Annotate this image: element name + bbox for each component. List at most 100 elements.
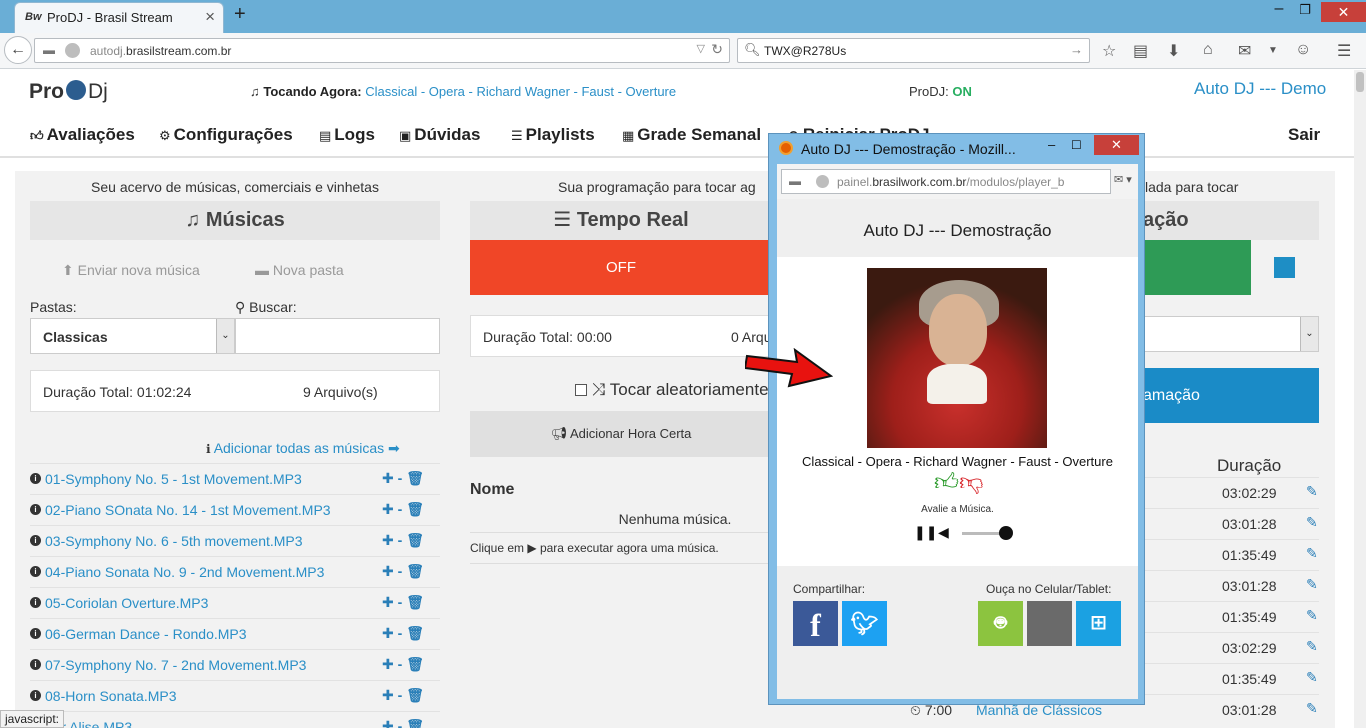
song-name[interactable]: 07-Symphony No. 7 - 2nd Movement.MP3 xyxy=(45,657,306,673)
popup-url-bar[interactable]: ▬ painel.brasilwork.com.br/modulos/playe… xyxy=(781,169,1111,194)
info-icon[interactable]: i xyxy=(30,597,41,608)
volume-slider-handle[interactable] xyxy=(999,526,1013,540)
home-icon[interactable]: ⌂ xyxy=(1203,41,1213,59)
addon-dropdown-icon[interactable]: ▼ xyxy=(1268,45,1278,56)
folder-select[interactable]: Classicas ⌄ xyxy=(30,318,235,354)
add-song-icon[interactable]: ✚ xyxy=(382,718,394,728)
trash-icon[interactable]: 🗑︎ xyxy=(406,594,424,610)
info-icon[interactable]: i xyxy=(30,473,41,484)
apple-icon[interactable] xyxy=(1027,601,1072,646)
schedule-select[interactable]: ⌄ xyxy=(1143,316,1319,352)
search-input[interactable]: TWX@R278Us xyxy=(764,44,846,58)
trash-icon[interactable]: 🗑︎ xyxy=(406,687,424,703)
search-bar[interactable]: 🔍︎ TWX@R278Us → xyxy=(737,38,1090,63)
nav-avaliacoes[interactable]: 👍︎ Avaliações xyxy=(30,125,135,145)
page-info-icon[interactable]: ▬ xyxy=(789,174,801,188)
realtime-off-toggle[interactable]: OFF xyxy=(470,240,772,295)
nav-sair[interactable]: Sair xyxy=(1288,125,1320,145)
add-song-icon[interactable]: ✚ xyxy=(382,656,394,672)
add-song-icon[interactable]: ✚ xyxy=(382,687,394,703)
music-search-input[interactable] xyxy=(235,318,440,354)
back-button[interactable]: ← xyxy=(4,36,32,64)
program-button[interactable]: amação xyxy=(1143,368,1319,423)
thumbs-down-icon[interactable]: 👎︎ xyxy=(959,469,983,496)
pencil-icon[interactable]: ✎ xyxy=(1306,638,1318,655)
song-name[interactable]: 02-Piano SOnata No. 14 - 1st Movement.MP… xyxy=(45,502,331,518)
thumbs-up-icon[interactable]: 👍︎ xyxy=(934,469,959,496)
song-name[interactable]: 03-Symphony No. 6 - 5th movement.MP3 xyxy=(45,533,303,549)
pencil-icon[interactable]: ✎ xyxy=(1306,576,1318,593)
pencil-icon[interactable]: ✎ xyxy=(1306,545,1318,562)
trash-icon[interactable]: 🗑︎ xyxy=(406,532,424,548)
song-name[interactable]: 01-Symphony No. 5 - 1st Movement.MP3 xyxy=(45,471,302,487)
info-icon[interactable]: i xyxy=(30,690,41,701)
stop-icon[interactable] xyxy=(1274,257,1295,278)
volume-icon[interactable]: ◀ xyxy=(938,524,949,541)
info-icon[interactable]: i xyxy=(30,504,41,515)
window-maximize-button[interactable]: ❐ xyxy=(1290,2,1320,22)
nav-grade-semanal[interactable]: ▦ Grade Semanal xyxy=(622,125,761,145)
bookmark-star-icon[interactable]: ☆ xyxy=(1102,41,1116,61)
add-time-button[interactable]: 📢︎ Adicionar Hora Certa xyxy=(470,411,772,457)
pencil-icon[interactable]: ✎ xyxy=(1306,669,1318,686)
info-icon[interactable]: i xyxy=(30,659,41,670)
info-icon[interactable]: i xyxy=(30,535,41,546)
pause-icon[interactable]: ❚❚ xyxy=(914,524,937,541)
pencil-icon[interactable]: ✎ xyxy=(1306,483,1318,500)
add-song-icon[interactable]: ✚ xyxy=(382,563,394,579)
shuffle-checkbox[interactable]: ⤨ Tocar aleatoriamente xyxy=(575,380,769,400)
nav-logs[interactable]: ▤ Logs xyxy=(319,125,375,145)
checkbox-icon[interactable] xyxy=(575,384,587,396)
trash-icon[interactable]: 🗑︎ xyxy=(406,563,424,579)
downloads-icon[interactable]: ⬇ xyxy=(1167,41,1180,61)
add-song-icon[interactable]: ✚ xyxy=(382,594,394,610)
menu-icon[interactable]: ☰ xyxy=(1337,41,1351,61)
trash-icon[interactable]: 🗑︎ xyxy=(406,625,424,641)
nav-duvidas[interactable]: ▣ Dúvidas xyxy=(399,125,480,145)
add-song-icon[interactable]: ✚ xyxy=(382,470,394,486)
new-tab-button[interactable]: + xyxy=(234,3,246,26)
tab-close-icon[interactable]: × xyxy=(205,7,215,27)
page-info-icon[interactable]: ▬ xyxy=(43,43,55,57)
schedule-status-bar[interactable] xyxy=(1143,240,1251,295)
add-all-songs-link[interactable]: ℹ Adicionar todas as músicas ➡ xyxy=(206,440,400,457)
popup-close-button[interactable]: ✕ xyxy=(1094,135,1139,155)
new-folder-button[interactable]: ▬ Nova pasta xyxy=(255,262,344,278)
nav-configuracoes[interactable]: ⚙ Configurações xyxy=(159,125,293,145)
nav-playlists[interactable]: ☰ Playlists xyxy=(511,125,595,145)
pencil-icon[interactable]: ✎ xyxy=(1306,700,1318,717)
url-dropdown-icon[interactable]: ▽ xyxy=(697,42,705,55)
addon-icon[interactable]: ✉ xyxy=(1238,41,1251,61)
trash-icon[interactable]: 🗑︎ xyxy=(406,470,424,486)
profile-icon[interactable]: ☺ xyxy=(1295,41,1311,59)
popup-minimize-button[interactable]: – xyxy=(1048,137,1055,152)
addon-icon[interactable]: ✉ ▾ xyxy=(1114,173,1132,186)
song-name[interactable]: 04-Piano Sonata No. 9 - 2nd Movement.MP3 xyxy=(45,564,324,580)
reading-list-icon[interactable]: ▤ xyxy=(1133,41,1148,61)
browser-tab[interactable]: Bw ProDJ - Brasil Stream × xyxy=(14,2,224,33)
song-name[interactable]: 05-Coriolan Overture.MP3 xyxy=(45,595,208,611)
chevron-down-icon[interactable]: ⌄ xyxy=(216,319,234,353)
prodj-logo[interactable]: Pro Dj xyxy=(29,80,108,104)
upload-music-button[interactable]: ⬆ Enviar nova música xyxy=(62,262,200,279)
twitter-icon[interactable]: 🐦︎ xyxy=(842,601,887,646)
page-scrollbar[interactable] xyxy=(1354,70,1366,728)
info-icon[interactable]: i xyxy=(30,628,41,639)
scrollbar-thumb[interactable] xyxy=(1356,72,1364,92)
trash-icon[interactable]: 🗑︎ xyxy=(406,718,424,728)
search-go-icon[interactable]: → xyxy=(1070,42,1083,57)
info-icon[interactable]: i xyxy=(30,566,41,577)
song-name[interactable]: 08-Horn Sonata.MP3 xyxy=(45,688,177,704)
android-icon[interactable]: 🤖︎ xyxy=(978,601,1023,646)
reload-icon[interactable]: ↻ xyxy=(711,41,723,58)
popup-maximize-button[interactable]: ☐ xyxy=(1071,138,1082,152)
add-song-icon[interactable]: ✚ xyxy=(382,532,394,548)
chevron-down-icon[interactable]: ⌄ xyxy=(1300,317,1318,351)
pencil-icon[interactable]: ✎ xyxy=(1306,514,1318,531)
trash-icon[interactable]: 🗑︎ xyxy=(406,656,424,672)
windows-icon[interactable]: ⊞ xyxy=(1076,601,1121,646)
add-song-icon[interactable]: ✚ xyxy=(382,501,394,517)
song-name[interactable]: 06-German Dance - Rondo.MP3 xyxy=(45,626,247,642)
url-bar[interactable]: ▬ autodj.brasilstream.com.br ▽ ↻ xyxy=(34,38,730,63)
pencil-icon[interactable]: ✎ xyxy=(1306,607,1318,624)
